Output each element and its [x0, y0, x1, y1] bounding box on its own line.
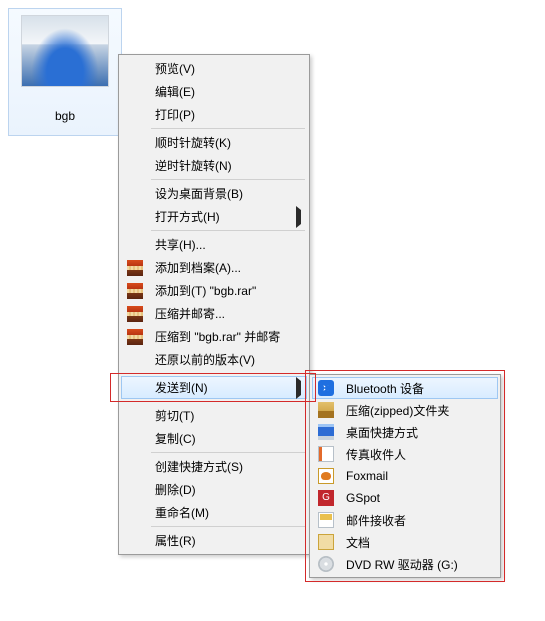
menu-item-label: 复制(C) [149, 430, 293, 447]
submenu-item-documents[interactable]: 文档 [312, 531, 498, 553]
menu-item-label: 添加到(T) "bgb.rar" [149, 282, 293, 299]
menu-item-label: 剪切(T) [149, 407, 293, 424]
menu-item-label: 预览(V) [149, 60, 293, 77]
submenu-item-compressed-zip[interactable]: 压缩(zipped)文件夹 [312, 399, 498, 421]
menu-item-label: 重命名(M) [149, 504, 293, 521]
menu-item-delete[interactable]: 删除(D) [121, 478, 307, 501]
menu-item-share[interactable]: 共享(H)... [121, 233, 307, 256]
menu-item-label: 打开方式(H) [149, 208, 293, 225]
menu-item-rotate-cw[interactable]: 顺时针旋转(K) [121, 131, 307, 154]
menu-item-label: 设为桌面背景(B) [149, 185, 293, 202]
submenu-item-label: 传真收件人 [340, 446, 484, 463]
menu-item-label: 编辑(E) [149, 83, 293, 100]
submenu-item-gspot[interactable]: GSpot [312, 487, 498, 509]
menu-item-rotate-ccw[interactable]: 逆时针旋转(N) [121, 154, 307, 177]
submenu-item-label: 桌面快捷方式 [340, 424, 484, 441]
desk-icon [318, 424, 334, 440]
submenu-item-fax-recipient[interactable]: 传真收件人 [312, 443, 498, 465]
menu-separator [151, 401, 305, 402]
submenu-item-desktop-shortcut[interactable]: 桌面快捷方式 [312, 421, 498, 443]
submenu-item-label: GSpot [340, 491, 484, 505]
menu-separator [151, 179, 305, 180]
zip-icon [318, 402, 334, 418]
file-thumbnail [21, 15, 109, 87]
menu-separator [151, 452, 305, 453]
fax-icon [318, 446, 334, 462]
menu-item-label: 还原以前的版本(V) [149, 351, 293, 368]
menu-item-label: 逆时针旋转(N) [149, 157, 293, 174]
context-menu: 预览(V) 编辑(E) 打印(P) 顺时针旋转(K) 逆时针旋转(N) 设为桌面背景(B)… [118, 54, 310, 555]
submenu-item-label: 压缩(zipped)文件夹 [340, 402, 484, 419]
rar-icon [127, 260, 143, 276]
menu-item-print[interactable]: 打印(P) [121, 103, 307, 126]
doc-icon [318, 534, 334, 550]
menu-item-label: 删除(D) [149, 481, 293, 498]
menu-item-edit[interactable]: 编辑(E) [121, 80, 307, 103]
menu-item-create-shortcut[interactable]: 创建快捷方式(S) [121, 455, 307, 478]
send-to-submenu: Bluetooth 设备压缩(zipped)文件夹桌面快捷方式传真收件人 Foxm… [309, 374, 501, 578]
menu-separator [151, 128, 305, 129]
submenu-item-label: Bluetooth 设备 [340, 380, 484, 397]
menu-item-preview[interactable]: 预览(V) [121, 57, 307, 80]
fox-icon [318, 468, 334, 484]
file-name-label: bgb [55, 109, 75, 123]
chevron-right-icon [296, 381, 301, 395]
menu-separator [151, 526, 305, 527]
menu-item-label: 创建快捷方式(S) [149, 458, 293, 475]
menu-item-label: 共享(H)... [149, 236, 293, 253]
menu-item-label: 顺时针旋转(K) [149, 134, 293, 151]
menu-item-label: 压缩并邮寄... [149, 305, 293, 322]
menu-item-compress-rar-mail[interactable]: 压缩到 "bgb.rar" 并邮寄 [121, 325, 307, 348]
submenu-item-foxmail[interactable]: Foxmail [312, 465, 498, 487]
menu-item-copy[interactable]: 复制(C) [121, 427, 307, 450]
submenu-item-label: 文档 [340, 534, 484, 551]
menu-item-properties[interactable]: 属性(R) [121, 529, 307, 552]
menu-item-label: 添加到档案(A)... [149, 259, 293, 276]
menu-item-compress-mail[interactable]: 压缩并邮寄... [121, 302, 307, 325]
menu-item-label: 属性(R) [149, 532, 293, 549]
submenu-item-dvd-rw[interactable]: DVD RW 驱动器 (G:) [312, 553, 498, 575]
menu-item-send-to[interactable]: 发送到(N) [121, 376, 307, 399]
rar-icon [127, 306, 143, 322]
bt-icon [318, 380, 334, 396]
menu-item-open-with[interactable]: 打开方式(H) [121, 205, 307, 228]
menu-item-label: 压缩到 "bgb.rar" 并邮寄 [149, 328, 293, 345]
dvd-icon [318, 556, 334, 572]
menu-item-set-wallpaper[interactable]: 设为桌面背景(B) [121, 182, 307, 205]
menu-item-label: 发送到(N) [149, 379, 293, 396]
menu-item-rename[interactable]: 重命名(M) [121, 501, 307, 524]
submenu-item-bluetooth[interactable]: Bluetooth 设备 [312, 377, 498, 399]
menu-separator [151, 230, 305, 231]
chevron-right-icon [296, 210, 301, 224]
gs-icon [318, 490, 334, 506]
submenu-item-label: 邮件接收者 [340, 512, 484, 529]
rar-icon [127, 329, 143, 345]
menu-item-cut[interactable]: 剪切(T) [121, 404, 307, 427]
file-item[interactable]: bgb [8, 8, 122, 136]
mail-icon [318, 512, 334, 528]
rar-icon [127, 283, 143, 299]
submenu-item-label: DVD RW 驱动器 (G:) [340, 556, 484, 573]
menu-item-restore-prev[interactable]: 还原以前的版本(V) [121, 348, 307, 371]
submenu-item-mail-recipient[interactable]: 邮件接收者 [312, 509, 498, 531]
submenu-item-label: Foxmail [340, 469, 484, 483]
menu-item-label: 打印(P) [149, 106, 293, 123]
menu-item-add-archive[interactable]: 添加到档案(A)... [121, 256, 307, 279]
menu-item-add-rar[interactable]: 添加到(T) "bgb.rar" [121, 279, 307, 302]
menu-separator [151, 373, 305, 374]
